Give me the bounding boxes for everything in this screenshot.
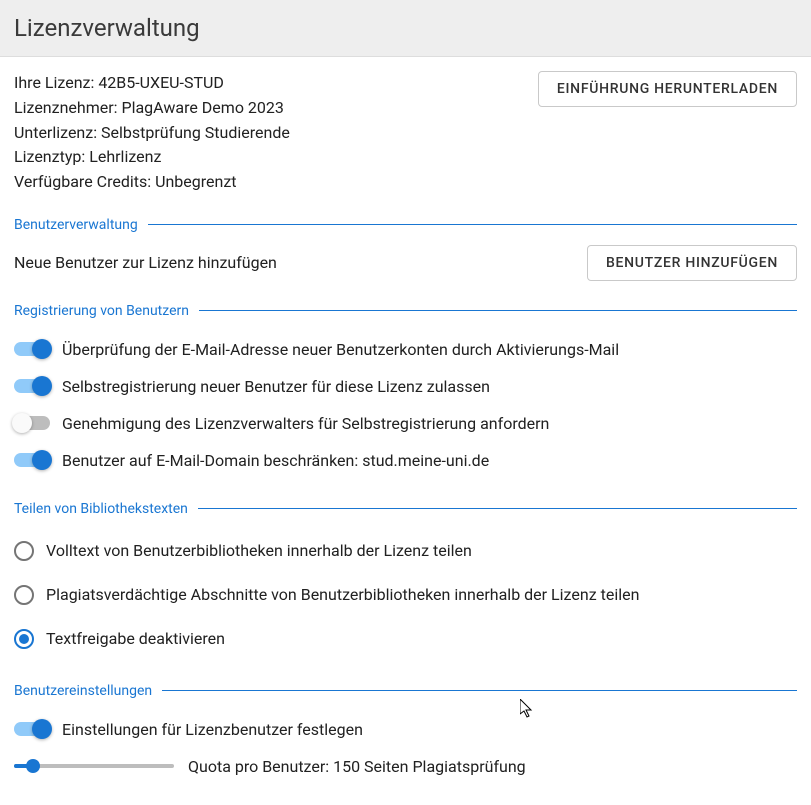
toggle-approval[interactable]	[14, 416, 50, 430]
download-intro-button[interactable]: EINFÜHRUNG HERUNTERLADEN	[538, 71, 797, 107]
page-header: Lizenzverwaltung	[0, 0, 811, 57]
divider-line	[162, 690, 797, 691]
add-user-prompt: Neue Benutzer zur Lizenz hinzufügen	[14, 253, 277, 272]
radio-label: Volltext von Benutzerbibliotheken innerh…	[46, 541, 472, 560]
toggle-knob	[32, 376, 52, 396]
toggle-self-register[interactable]	[14, 379, 50, 393]
page-title: Lizenzverwaltung	[14, 14, 797, 42]
radio-disable[interactable]	[14, 629, 34, 649]
toggle-label: Überprüfung der E-Mail-Adresse neuer Ben…	[62, 340, 619, 359]
toggle-set-user-settings[interactable]	[14, 722, 50, 736]
section-label: Benutzerverwaltung	[14, 217, 148, 233]
credits-line: Verfügbare Credits: Unbegrenzt	[14, 170, 290, 195]
content-area: Ihre Lizenz: 42B5-UXEU-STUD Lizenznehmer…	[0, 57, 811, 805]
toggle-email-verify-row: Überprüfung der E-Mail-Adresse neuer Ben…	[14, 331, 797, 368]
sublicense-line: Unterlizenz: Selbstprüfung Studierende	[14, 121, 290, 146]
quota-slider-row: Quota pro Benutzer: 150 Seiten Plagiatsp…	[14, 748, 797, 785]
toggle-knob	[32, 450, 52, 470]
toggle-knob	[32, 339, 52, 359]
toggle-set-user-settings-row: Einstellungen für Lizenzbenutzer festleg…	[14, 711, 797, 748]
license-info-block: Ihre Lizenz: 42B5-UXEU-STUD Lizenznehmer…	[14, 71, 290, 195]
toggle-email-verify[interactable]	[14, 342, 50, 356]
radio-suspicious-row: Plagiatsverdächtige Abschnitte von Benut…	[14, 573, 797, 617]
add-user-button[interactable]: BENUTZER HINZUFÜGEN	[587, 245, 797, 281]
section-sharing: Teilen von Bibliothekstexten	[14, 501, 797, 517]
quota-slider[interactable]	[14, 764, 174, 768]
toggle-domain-restrict[interactable]	[14, 453, 50, 467]
toggle-knob	[12, 413, 32, 433]
toggle-domain-restrict-row: Benutzer auf E-Mail-Domain beschränken: …	[14, 442, 797, 479]
toggle-knob	[32, 719, 52, 739]
slider-label: Quota pro Benutzer: 150 Seiten Plagiatsp…	[188, 757, 526, 776]
divider-line	[148, 224, 797, 225]
toggle-label: Einstellungen für Lizenzbenutzer festleg…	[62, 720, 363, 739]
toggle-label: Selbstregistrierung neuer Benutzer für d…	[62, 377, 490, 396]
radio-label: Plagiatsverdächtige Abschnitte von Benut…	[46, 585, 639, 604]
add-user-row: Neue Benutzer zur Lizenz hinzufügen BENU…	[14, 245, 797, 281]
section-label: Teilen von Bibliothekstexten	[14, 501, 198, 517]
slider-thumb	[26, 759, 40, 773]
section-user-settings: Benutzereinstellungen	[14, 683, 797, 699]
toggle-label: Genehmigung des Lizenzverwalters für Sel…	[62, 414, 549, 433]
toggle-label: Benutzer auf E-Mail-Domain beschränken: …	[62, 451, 489, 470]
toggle-approval-row: Genehmigung des Lizenzverwalters für Sel…	[14, 405, 797, 442]
licensee-line: Lizenznehmer: PlagAware Demo 2023	[14, 96, 290, 121]
radio-fulltext[interactable]	[14, 541, 34, 561]
divider-line	[199, 310, 797, 311]
section-label: Registrierung von Benutzern	[14, 303, 199, 319]
section-registration: Registrierung von Benutzern	[14, 303, 797, 319]
license-key-line: Ihre Lizenz: 42B5-UXEU-STUD	[14, 71, 290, 96]
radio-label: Textfreigabe deaktivieren	[46, 629, 225, 648]
section-label: Benutzereinstellungen	[14, 683, 162, 699]
section-user-management: Benutzerverwaltung	[14, 217, 797, 233]
radio-suspicious[interactable]	[14, 585, 34, 605]
toggle-self-register-row: Selbstregistrierung neuer Benutzer für d…	[14, 368, 797, 405]
divider-line	[198, 508, 797, 509]
radio-fulltext-row: Volltext von Benutzerbibliotheken innerh…	[14, 529, 797, 573]
license-info-row: Ihre Lizenz: 42B5-UXEU-STUD Lizenznehmer…	[14, 71, 797, 195]
license-type-line: Lizenztyp: Lehrlizenz	[14, 145, 290, 170]
radio-disable-row: Textfreigabe deaktivieren	[14, 617, 797, 661]
